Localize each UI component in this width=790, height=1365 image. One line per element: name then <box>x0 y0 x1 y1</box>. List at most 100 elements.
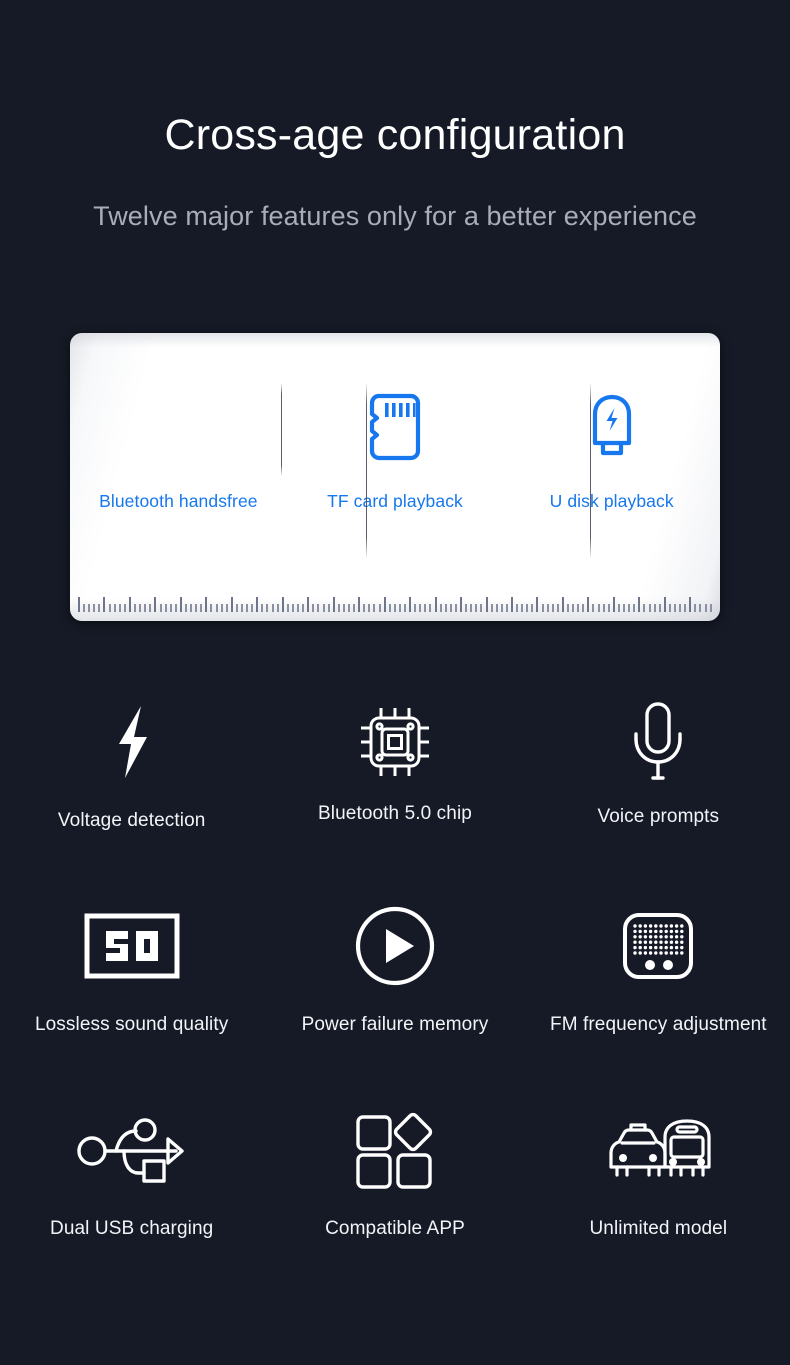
ruler-tick <box>449 604 452 612</box>
card-cell-tf-card[interactable]: TF card playback <box>287 333 504 571</box>
card-cell-label: TF card playback <box>327 491 463 511</box>
ruler-tick <box>679 604 682 612</box>
ruler-tick <box>286 604 289 612</box>
ruler-tick <box>184 604 187 612</box>
feature-label: Dual USB charging <box>50 1218 214 1239</box>
ruler-tick <box>358 597 361 612</box>
ruler-tick <box>169 604 172 612</box>
ruler-tick <box>505 604 508 612</box>
ruler-tick <box>633 604 636 612</box>
ruler-tick <box>663 597 666 612</box>
ruler-tick <box>342 604 345 612</box>
ruler-tick <box>704 604 707 612</box>
promo-page: Cross-age configuration Twelve major fea… <box>0 0 790 1365</box>
ruler-tick <box>103 597 106 612</box>
ruler-tick <box>444 604 447 612</box>
feature-label: Voltage detection <box>57 810 206 831</box>
ruler-tick <box>210 604 213 612</box>
feature-label: Bluetooth 5.0 chip <box>318 803 472 824</box>
ruler-tick <box>235 604 238 612</box>
ruler-tick <box>327 604 330 612</box>
ruler-tick <box>347 604 350 612</box>
ruler-tick <box>322 604 325 612</box>
ruler-tick <box>495 604 498 612</box>
feature-label: Lossless sound quality <box>34 1014 229 1035</box>
page-subtitle: Twelve major features only for a better … <box>93 201 697 232</box>
ruler-tick <box>612 597 615 612</box>
feature-label: Unlimited model <box>589 1218 728 1239</box>
ruler-tick <box>312 604 315 612</box>
ruler-tick <box>526 604 529 612</box>
ruler-tick <box>643 604 646 612</box>
ruler-tick <box>531 604 534 612</box>
ruler-tick <box>195 604 198 612</box>
ruler-tick <box>378 604 381 612</box>
ruler-decoration <box>78 594 712 612</box>
ruler-tick <box>174 604 177 612</box>
ruler-tick <box>572 604 575 612</box>
ruler-tick <box>266 604 269 612</box>
feature-voice-prompts[interactable]: Voice prompts <box>527 690 790 894</box>
feature-fm-frequency[interactable]: FM frequency adjustment <box>527 894 790 1098</box>
ruler-tick <box>353 604 356 612</box>
ruler-tick <box>230 597 233 612</box>
feature-voltage-detection[interactable]: Voltage detection <box>0 690 263 894</box>
ruler-tick <box>617 604 620 612</box>
feature-label: Compatible APP <box>325 1218 465 1239</box>
ruler-tick <box>261 604 264 612</box>
ruler-tick <box>368 604 371 612</box>
ruler-tick <box>281 597 284 612</box>
feature-label: FM frequency adjustment <box>549 1014 767 1035</box>
ruler-tick <box>567 604 569 612</box>
feature-compatible-app[interactable]: Compatible APP <box>263 1098 526 1302</box>
usb-trident-icon <box>76 1098 188 1202</box>
ruler-tick <box>179 597 182 612</box>
ruler-tick <box>597 604 600 612</box>
ruler-tick <box>159 604 162 612</box>
ruler-tick <box>118 604 121 612</box>
ruler-tick <box>108 604 111 612</box>
ruler-tick <box>404 604 406 612</box>
card-cell-u-disk[interactable]: U disk playback <box>503 333 720 571</box>
ruler-tick <box>291 604 294 612</box>
ruler-tick <box>363 604 366 612</box>
ruler-tick <box>460 597 463 612</box>
ruler-tick <box>128 597 131 612</box>
ruler-tick <box>699 604 702 612</box>
ruler-tick <box>480 604 483 612</box>
card-surface: Bluetooth handsfree TF card playback U d… <box>70 333 720 621</box>
card-cell-label: U disk playback <box>549 491 674 511</box>
feature-lossless-sound[interactable]: Lossless sound quality <box>0 894 263 1098</box>
ruler-tick <box>521 604 524 612</box>
ruler-tick <box>225 604 228 612</box>
card-cell-bluetooth[interactable]: Bluetooth handsfree <box>70 333 287 571</box>
feature-grid: Voltage detection Bluetooth 5.0 chip Voi… <box>0 690 790 1302</box>
ruler-tick <box>689 597 692 612</box>
playback-card: Bluetooth handsfree TF card playback U d… <box>70 333 720 621</box>
ruler-tick <box>373 604 376 612</box>
ruler-tick <box>256 597 259 612</box>
ruler-tick <box>307 597 310 612</box>
ruler-tick <box>475 604 478 612</box>
play-circle-icon <box>354 894 436 998</box>
ruler-tick <box>383 597 386 612</box>
ruler-tick <box>337 604 340 612</box>
ruler-tick <box>144 604 147 612</box>
tf-card-icon <box>369 371 421 483</box>
ruler-tick <box>419 604 422 612</box>
apps-grid-icon <box>354 1098 436 1202</box>
feature-bluetooth-chip[interactable]: Bluetooth 5.0 chip <box>263 690 526 894</box>
ruler-tick <box>454 604 457 612</box>
ruler-tick <box>205 597 208 612</box>
feature-row: Lossless sound quality Power failure mem… <box>0 894 790 1098</box>
feature-dual-usb-charging[interactable]: Dual USB charging <box>0 1098 263 1302</box>
feature-power-failure-memory[interactable]: Power failure memory <box>263 894 526 1098</box>
page-title: Cross-age configuration <box>164 111 626 159</box>
ruler-tick <box>623 604 626 612</box>
ruler-tick <box>93 604 96 612</box>
ruler-tick <box>556 604 559 612</box>
ruler-tick <box>393 604 396 612</box>
card-divider-2 <box>366 383 367 558</box>
feature-unlimited-model[interactable]: Unlimited model <box>527 1098 790 1302</box>
ruler-tick <box>429 604 432 612</box>
